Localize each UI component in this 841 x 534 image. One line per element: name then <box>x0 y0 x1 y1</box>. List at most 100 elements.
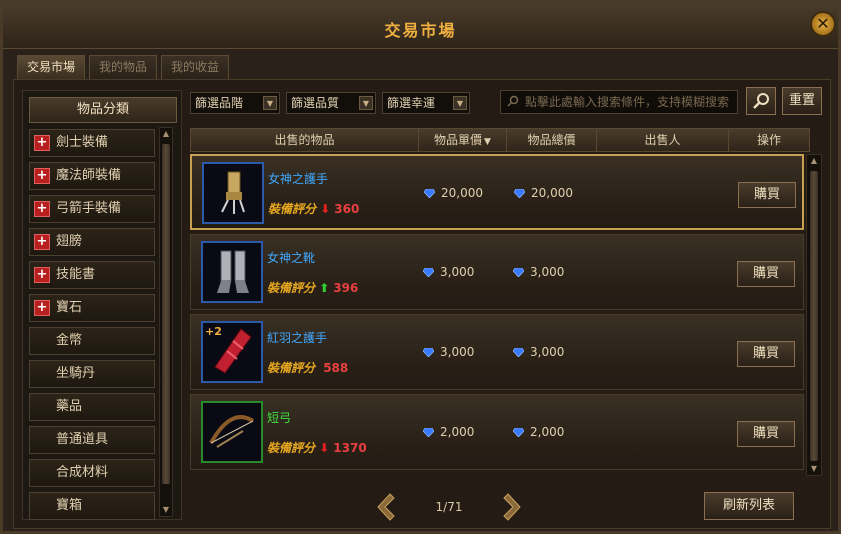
buy-button[interactable]: 購買 <box>737 421 795 447</box>
tab-my-items[interactable]: 我的物品 <box>89 55 157 79</box>
total-price: 3,000 <box>513 265 564 279</box>
scroll-up-icon[interactable]: ▲ <box>160 128 172 140</box>
item-name: 紅羽之護手 <box>267 331 328 345</box>
sidebar-item[interactable]: + 寶石 <box>29 294 155 322</box>
score-value: 588 <box>323 361 349 375</box>
sidebar-item-label: 寶箱 <box>56 498 83 513</box>
sidebar-item[interactable]: 合成材料 <box>29 459 155 487</box>
sidebar-item[interactable]: + 魔法師裝備 <box>29 162 155 190</box>
item-score: 裝備評分 ⬇ 360 <box>268 200 359 217</box>
item-score: 裝備評分 588 <box>267 359 348 376</box>
col-unit-price[interactable]: 物品單價 ▼ <box>419 129 507 151</box>
sidebar-scrollbar[interactable]: ▲ ▼ <box>159 127 173 517</box>
scroll-down-icon[interactable]: ▼ <box>808 463 820 475</box>
score-value: 1370 <box>333 441 367 455</box>
reset-button[interactable]: 重置 <box>782 87 822 115</box>
expand-plus-icon[interactable]: + <box>34 234 50 250</box>
unit-price: 2,000 <box>423 425 474 439</box>
listing-row[interactable]: +2 紅羽之護手 裝備評分 588 3,000 3,000 購買 <box>190 314 804 390</box>
sidebar-item[interactable]: + 劍士裝備 <box>29 129 155 157</box>
expand-plus-icon[interactable]: + <box>34 267 50 283</box>
tab-trade-market[interactable]: 交易市場 <box>17 55 85 79</box>
sidebar-item-label: 寶石 <box>56 300 83 315</box>
diamond-icon <box>513 348 524 357</box>
col-action: 操作 <box>756 133 781 147</box>
sidebar-item[interactable]: + 翅膀 <box>29 228 155 256</box>
buy-button[interactable]: 購買 <box>737 261 795 287</box>
red-gauntlet-icon <box>203 328 261 384</box>
luck-filter-select[interactable]: 篩選幸運 ▼ <box>382 92 470 114</box>
search-input[interactable]: 點擊此處輸入搜索條件，支持模糊搜索 <box>500 90 738 114</box>
col-item: 出售的物品 <box>191 129 419 151</box>
sidebar-item[interactable]: 普通道具 <box>29 426 155 454</box>
sidebar-item-label: 弓箭手裝備 <box>56 201 122 216</box>
score-label: 裝備評分 <box>268 202 317 216</box>
item-slot[interactable]: +2 <box>201 321 263 383</box>
pagination: 1/71 <box>374 492 524 522</box>
next-page-icon[interactable] <box>502 492 524 522</box>
listing-row[interactable]: 短弓 裝備評分 ⬇ 1370 2,000 2,000 購買 <box>190 394 804 470</box>
arrow-down-icon: ⬇ <box>320 202 331 216</box>
sidebar-item-label: 藥品 <box>56 399 83 414</box>
enhance-level: +2 <box>205 325 222 338</box>
unit-price-value: 20,000 <box>441 186 483 200</box>
col-total-price: 物品總價 <box>507 129 597 151</box>
scroll-down-icon[interactable]: ▼ <box>160 504 172 516</box>
listing-row[interactable]: 女神之靴 裝備評分 ⬆ 396 3,000 3,000 購買 <box>190 234 804 310</box>
unit-price: 3,000 <box>423 345 474 359</box>
expand-plus-icon[interactable]: + <box>34 135 50 151</box>
total-price-value: 2,000 <box>530 425 565 439</box>
item-slot[interactable] <box>201 241 263 303</box>
sidebar-item[interactable]: 坐騎丹 <box>29 360 155 388</box>
listing-row[interactable]: 女神之護手 裝備評分 ⬇ 360 20,000 20,000 購買 <box>190 154 804 230</box>
listing-table: 女神之護手 裝備評分 ⬇ 360 20,000 20,000 購買 女神之靴 裝備評分 ⬆ 39… <box>190 154 804 476</box>
luck-filter-label: 篩選幸運 <box>387 96 436 110</box>
scroll-thumb[interactable] <box>162 144 170 484</box>
scroll-up-icon[interactable]: ▲ <box>808 155 820 167</box>
arrow-up-icon: ⬆ <box>319 281 330 295</box>
chevron-down-icon: ▼ <box>453 96 467 110</box>
score-label: 裝備評分 <box>267 361 316 375</box>
page-indicator: 1/71 <box>435 500 463 514</box>
buy-button[interactable]: 購買 <box>738 182 796 208</box>
window-title: 交易市場 <box>384 21 457 40</box>
prev-page-icon[interactable] <box>374 492 396 522</box>
total-price: 20,000 <box>514 186 573 200</box>
listing-scrollbar[interactable]: ▲ ▼ <box>806 154 822 476</box>
expand-plus-icon[interactable]: + <box>34 300 50 316</box>
sidebar-item-label: 坐騎丹 <box>56 366 96 381</box>
unit-price: 3,000 <box>423 265 474 279</box>
search-button[interactable] <box>746 87 776 115</box>
buy-button[interactable]: 購買 <box>737 341 795 367</box>
chevron-down-icon: ▼ <box>263 96 277 110</box>
expand-plus-icon[interactable]: + <box>34 201 50 217</box>
sidebar-item[interactable]: 寶箱 <box>29 492 155 520</box>
close-icon: ✕ <box>816 14 830 33</box>
search-placeholder: 點擊此處輸入搜索條件，支持模糊搜索 <box>525 95 730 109</box>
tab-my-earnings[interactable]: 我的收益 <box>161 55 229 79</box>
category-sidebar: 物品分類 + 劍士裝備 + 魔法師裝備 + 弓箭手裝備 + 翅膀 + 技能書 + 寶石 金幣 坐騎丹 藥品普… <box>22 90 182 520</box>
boots-icon <box>203 250 261 304</box>
magnifier-icon <box>753 93 769 109</box>
close-button[interactable]: ✕ <box>810 11 836 37</box>
sidebar-item-label: 合成材料 <box>56 465 109 480</box>
scroll-thumb[interactable] <box>810 171 818 461</box>
chevron-down-icon: ▼ <box>359 96 373 110</box>
quality-filter-select[interactable]: 篩選品質 ▼ <box>286 92 376 114</box>
trade-market-window: 交易市場 ✕ 交易市場 我的物品 我的收益 物品分類 + 劍士裝備 + 魔法師裝備 + 弓… <box>0 0 841 534</box>
tier-filter-select[interactable]: 篩選品階 ▼ <box>190 92 280 114</box>
item-slot[interactable] <box>201 401 263 463</box>
sidebar-item[interactable]: 藥品 <box>29 393 155 421</box>
col-seller: 出售人 <box>597 129 729 151</box>
item-name: 短弓 <box>267 411 292 425</box>
sidebar-item[interactable]: + 技能書 <box>29 261 155 289</box>
refresh-list-button[interactable]: 刷新列表 <box>704 492 794 520</box>
table-header: 出售的物品 物品單價 ▼ 物品總價 出售人 操作 <box>190 128 810 152</box>
score-label: 裝備評分 <box>267 281 316 295</box>
item-slot[interactable] <box>202 162 264 224</box>
sidebar-item[interactable]: 金幣 <box>29 327 155 355</box>
sidebar-item[interactable]: + 弓箭手裝備 <box>29 195 155 223</box>
title-bar: 交易市場 ✕ <box>3 3 838 49</box>
expand-plus-icon[interactable]: + <box>34 168 50 184</box>
tier-filter-label: 篩選品階 <box>195 96 244 110</box>
